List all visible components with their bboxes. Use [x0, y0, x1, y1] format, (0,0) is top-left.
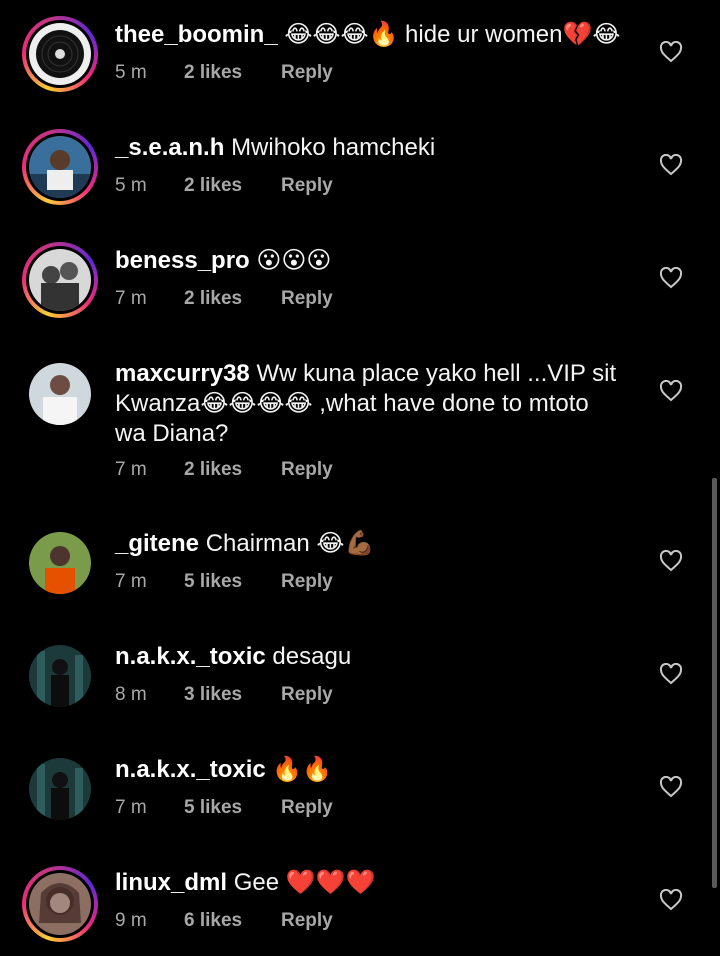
comment-time: 7 m	[115, 797, 147, 818]
heart-outline-icon[interactable]	[659, 154, 683, 176]
comment-likes[interactable]: 2 likes	[184, 62, 281, 84]
heart-outline-icon[interactable]	[659, 889, 683, 911]
reply-button[interactable]: Reply	[281, 62, 333, 84]
avatar-wrap[interactable]	[22, 638, 98, 714]
comment-likes[interactable]: 6 likes	[184, 910, 281, 932]
reply-button[interactable]: Reply	[281, 571, 333, 593]
comment-likes[interactable]: 2 likes	[184, 175, 281, 197]
comment-time: 7 m	[115, 288, 147, 309]
heart-outline-icon[interactable]	[659, 663, 683, 685]
comment-text: Mwihoko hamcheki	[231, 134, 436, 161]
comment-username[interactable]: linux_dml	[115, 869, 227, 896]
comment-likes[interactable]: 5 likes	[184, 797, 281, 819]
comment-username[interactable]: n.a.k.x._toxic	[115, 643, 266, 670]
comment-text-line: Kwanza😂😂😂😂 ,what have done to mtoto	[115, 390, 589, 417]
avatar	[29, 23, 91, 85]
heart-outline-icon[interactable]	[659, 380, 683, 402]
comment-time: 8 m	[115, 684, 147, 705]
comment-text: 😮😮😮	[256, 247, 332, 274]
heart-outline-icon[interactable]	[659, 267, 683, 289]
avatar	[29, 136, 91, 198]
reply-button[interactable]: Reply	[281, 175, 333, 197]
avatar-wrap[interactable]	[22, 356, 98, 432]
comment-text: 😂😂😂🔥 hide ur women💔😂	[284, 21, 621, 48]
heart-outline-icon[interactable]	[659, 41, 683, 63]
avatar	[29, 645, 91, 707]
comment-text-line: wa Diana?	[115, 420, 229, 447]
comment-time: 7 m	[115, 459, 147, 480]
avatar	[29, 363, 91, 425]
avatar-story-ring[interactable]	[22, 129, 98, 205]
avatar-story-ring[interactable]	[22, 242, 98, 318]
avatar-story-ring[interactable]	[22, 16, 98, 92]
reply-button[interactable]: Reply	[281, 684, 333, 706]
avatar-wrap[interactable]	[22, 751, 98, 827]
comment-text: 🔥🔥	[272, 756, 333, 783]
reply-button[interactable]: Reply	[281, 288, 333, 310]
comment-username[interactable]: maxcurry38	[115, 360, 250, 387]
comment-likes[interactable]: 3 likes	[184, 684, 281, 706]
comment-username[interactable]: _gitene	[115, 530, 199, 557]
comment-time: 5 m	[115, 62, 147, 83]
comment-username[interactable]: beness_pro	[115, 247, 250, 274]
comment-text: desagu	[272, 643, 352, 670]
avatar	[29, 758, 91, 820]
scrollbar[interactable]	[712, 478, 717, 888]
comment-time: 9 m	[115, 910, 147, 931]
reply-button[interactable]: Reply	[281, 797, 333, 819]
avatar	[29, 532, 91, 594]
avatar-wrap[interactable]	[22, 525, 98, 601]
reply-button[interactable]: Reply	[281, 459, 333, 481]
reply-button[interactable]: Reply	[281, 910, 333, 932]
comment-username[interactable]: n.a.k.x._toxic	[115, 756, 266, 783]
heart-outline-icon[interactable]	[659, 550, 683, 572]
comment-username[interactable]: thee_boomin_	[115, 21, 278, 48]
comment-text: Gee ❤️❤️❤️	[233, 869, 376, 896]
heart-outline-icon[interactable]	[659, 776, 683, 798]
comment-likes[interactable]: 2 likes	[184, 288, 281, 310]
avatar	[29, 873, 91, 935]
comment-time: 7 m	[115, 571, 147, 592]
comment-text-line: Ww kuna place yako hell ...VIP sit	[256, 360, 617, 387]
avatar-story-ring[interactable]	[22, 866, 98, 942]
avatar	[29, 249, 91, 311]
comment-likes[interactable]: 2 likes	[184, 459, 281, 481]
comment-text: Chairman 😂💪🏾	[205, 530, 375, 557]
comment-likes[interactable]: 5 likes	[184, 571, 281, 593]
comment-time: 5 m	[115, 175, 147, 196]
comment-username[interactable]: _s.e.a.n.h	[115, 134, 224, 161]
